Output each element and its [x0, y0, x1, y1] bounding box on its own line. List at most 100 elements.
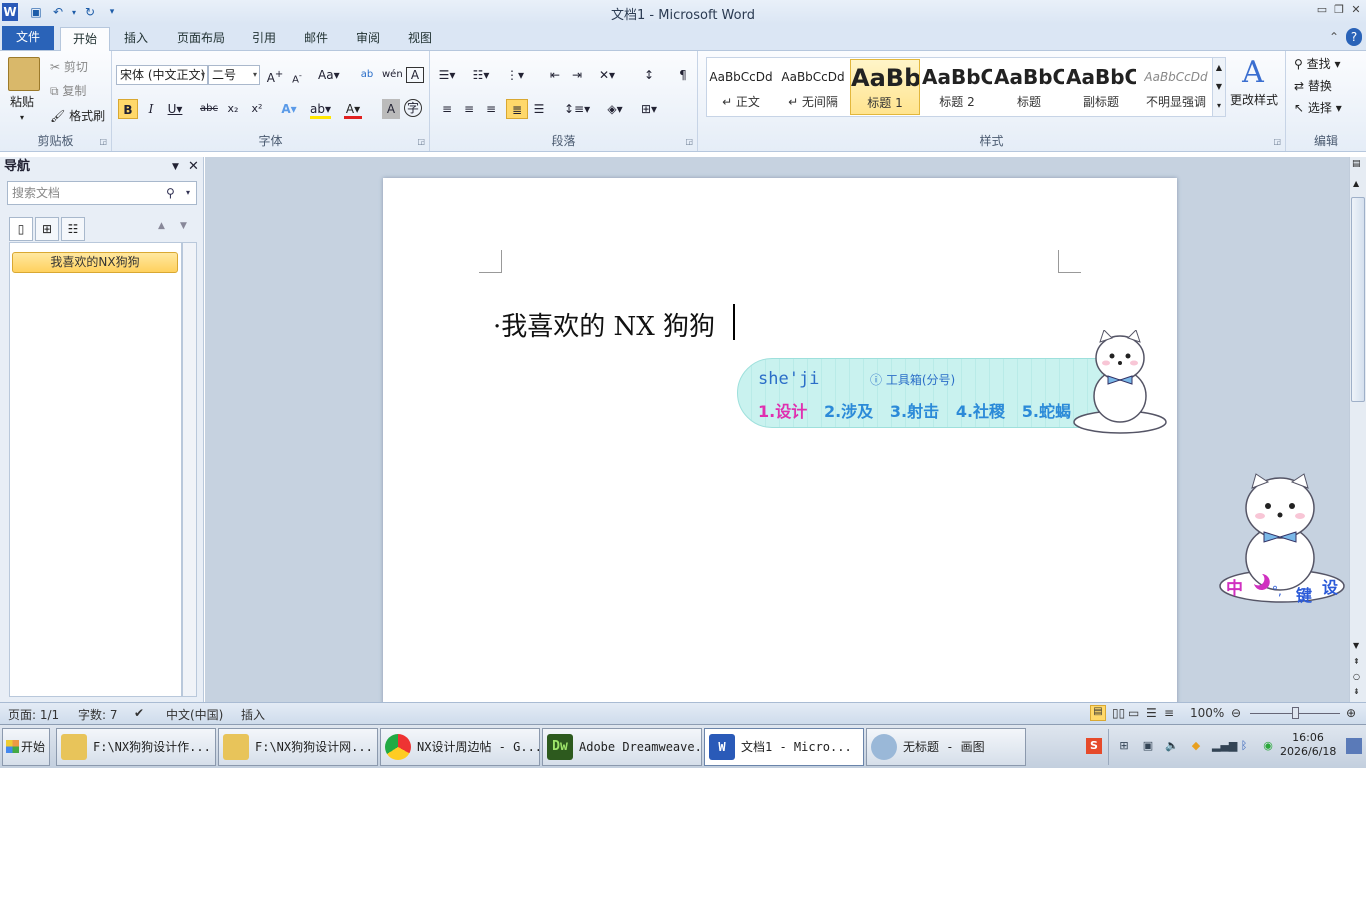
style-no-spacing[interactable]: AaBbCcDd ↵ 无间隔	[778, 59, 848, 115]
taskbar-item-paint[interactable]: 无标题 - 画图	[866, 728, 1026, 766]
paste-dropdown-icon[interactable]: ▾	[20, 109, 24, 127]
increase-indent-icon[interactable]: ⇥	[568, 65, 586, 85]
italic-icon[interactable]: I	[142, 99, 160, 119]
format-painter-button[interactable]: 🖌 格式刷	[50, 107, 105, 125]
select-button[interactable]: ↖ 选择 ▾	[1294, 99, 1342, 117]
minimize-ribbon-icon[interactable]: ⌃	[1326, 28, 1342, 46]
candidate-1[interactable]: 1.设计	[758, 402, 807, 421]
taskbar-item-chrome[interactable]: NX设计周边帖 - G...	[380, 728, 540, 766]
paste-icon[interactable]	[8, 57, 40, 91]
volume-icon[interactable]: 🔈	[1164, 738, 1180, 754]
scroll-down-icon[interactable]: ▼	[1353, 641, 1359, 650]
align-right-icon[interactable]: ≡	[482, 99, 500, 119]
change-styles-button[interactable]: 更改样式	[1230, 91, 1278, 109]
document-page[interactable]	[383, 178, 1177, 708]
style-heading-1[interactable]: AaBb 标题 1	[850, 59, 920, 115]
bluetooth-icon[interactable]: ᛒ	[1236, 738, 1252, 754]
style-gallery-scroll[interactable]: ▲ ▼ ▾	[1212, 57, 1226, 117]
show-desktop-icon[interactable]	[1346, 738, 1362, 754]
bullets-icon[interactable]: ☰▾	[438, 65, 456, 85]
clear-format-icon[interactable]: ab	[358, 65, 376, 85]
char-border-icon[interactable]: A	[406, 67, 424, 83]
cut-button[interactable]: ✂ 剪切	[50, 58, 88, 76]
style-title[interactable]: AaBbC 标题	[994, 59, 1064, 115]
web-layout-icon[interactable]: ▭	[1128, 706, 1139, 720]
nav-close-icon[interactable]: ✕	[188, 157, 199, 177]
bold-icon[interactable]: B	[118, 99, 138, 119]
paragraph-launcher-icon[interactable]: ◲	[685, 137, 693, 146]
ime-settings-text[interactable]: 设	[1322, 574, 1338, 598]
style-subtitle[interactable]: AaBbC 副标题	[1066, 59, 1136, 115]
candidate-5[interactable]: 5.蛇蝎	[1022, 402, 1071, 421]
ime-punct-icon[interactable]: °,	[1272, 584, 1282, 598]
font-size-combo[interactable]: 二号 ▾	[208, 65, 260, 85]
proofing-icon[interactable]: ✔	[134, 706, 144, 720]
nav-search-input[interactable]: 搜索文档 ⚲ ▾	[7, 181, 197, 205]
nav-tab-results[interactable]: ☷	[61, 217, 85, 241]
superscript-icon[interactable]: x²	[248, 99, 266, 119]
show-marks-icon[interactable]: ¶	[674, 65, 692, 85]
next-page-icon[interactable]: ⇟	[1353, 687, 1360, 696]
font-launcher-icon[interactable]: ◲	[417, 137, 425, 146]
change-case-icon[interactable]: Aa▾	[318, 65, 340, 85]
style-normal[interactable]: AaBbCcDd ↵ 正文	[706, 59, 776, 115]
zoom-out-icon[interactable]: ⊖	[1231, 706, 1241, 720]
vertical-scrollbar[interactable]: ▤ ▲ ▼ ⇞ ○ ⇟	[1349, 157, 1366, 702]
word-count[interactable]: 字数: 7	[78, 706, 118, 723]
zoom-slider-thumb[interactable]	[1292, 707, 1299, 719]
tab-mailings[interactable]: 邮件	[294, 27, 338, 51]
clipboard-launcher-icon[interactable]: ◲	[99, 137, 107, 146]
restore-icon[interactable]: ❐	[1331, 2, 1347, 18]
nav-heading-item[interactable]: 我喜欢的NX狗狗	[12, 252, 178, 273]
chinese-layout-icon[interactable]: ✕▾	[598, 65, 616, 85]
align-center-icon[interactable]: ≡	[460, 99, 478, 119]
find-button[interactable]: ⚲ 查找 ▾	[1294, 55, 1340, 73]
insert-mode[interactable]: 插入	[241, 706, 265, 723]
taskbar-item-explorer-2[interactable]: F:\NX狗狗设计网...	[218, 728, 378, 766]
shrink-font-icon[interactable]: A-	[288, 65, 306, 85]
grow-font-icon[interactable]: A+	[266, 65, 284, 85]
text-effects-icon[interactable]: A▾	[280, 99, 298, 119]
outline-view-icon[interactable]: ☰	[1146, 706, 1157, 720]
system-clock[interactable]: 16:06 2026/6/18	[1280, 731, 1336, 759]
align-left-icon[interactable]: ≡	[438, 99, 456, 119]
zoom-in-icon[interactable]: ⊕	[1346, 706, 1356, 720]
tab-page-layout[interactable]: 页面布局	[166, 27, 236, 51]
search-icon[interactable]: ⚲	[166, 182, 175, 204]
style-subtle-emphasis[interactable]: AaBbCcDd 不明显强调	[1138, 59, 1214, 115]
full-screen-reading-icon[interactable]: ▯▯	[1112, 706, 1125, 720]
network-adapter-icon[interactable]: ⊞	[1116, 738, 1132, 754]
change-styles-icon[interactable]: A	[1228, 55, 1278, 90]
draft-view-icon[interactable]: ≡	[1164, 706, 1174, 720]
close-icon[interactable]: ✕	[1348, 2, 1364, 18]
candidate-4[interactable]: 4.社稷	[956, 402, 1005, 421]
usb-device-icon[interactable]: ▣	[1140, 738, 1156, 754]
security-icon[interactable]: ◆	[1188, 738, 1204, 754]
tab-view[interactable]: 视图	[398, 27, 442, 51]
style-heading-2[interactable]: AaBbC 标题 2	[922, 59, 992, 115]
tab-references[interactable]: 引用	[242, 27, 286, 51]
next-heading-icon[interactable]: ▼	[180, 221, 187, 231]
tab-file[interactable]: 文件	[2, 26, 54, 50]
candidate-2[interactable]: 2.涉及	[824, 402, 873, 421]
line-spacing-icon[interactable]: ↕≡▾	[564, 99, 590, 119]
help-icon[interactable]: ?	[1346, 28, 1362, 46]
underline-icon[interactable]: U▾	[166, 99, 184, 119]
nav-menu-icon[interactable]: ▼	[172, 157, 179, 177]
multilevel-list-icon[interactable]: ⋮▾	[506, 65, 524, 85]
wechat-icon[interactable]: ◉	[1260, 738, 1276, 754]
nav-tab-headings[interactable]: ▯	[9, 217, 33, 241]
taskbar-item-dreamweaver[interactable]: Dw Adobe Dreamweave...	[542, 728, 702, 766]
sort-icon[interactable]: ↕	[640, 65, 658, 85]
nav-tab-pages[interactable]: ⊞	[35, 217, 59, 241]
print-layout-icon[interactable]: ▤	[1090, 705, 1106, 721]
tab-insert[interactable]: 插入	[114, 27, 158, 51]
highlight-icon[interactable]: ab▾	[310, 99, 331, 119]
numbering-icon[interactable]: ☷▾	[472, 65, 490, 85]
zoom-level[interactable]: 100%	[1190, 706, 1224, 720]
taskbar-item-explorer-1[interactable]: F:\NX狗狗设计作...	[56, 728, 216, 766]
scroll-up-icon[interactable]: ▲	[1353, 179, 1359, 188]
page-count[interactable]: 页面: 1/1	[8, 706, 59, 723]
prev-page-icon[interactable]: ⇞	[1353, 657, 1360, 666]
signal-icon[interactable]: ▂▄▆	[1212, 738, 1237, 754]
